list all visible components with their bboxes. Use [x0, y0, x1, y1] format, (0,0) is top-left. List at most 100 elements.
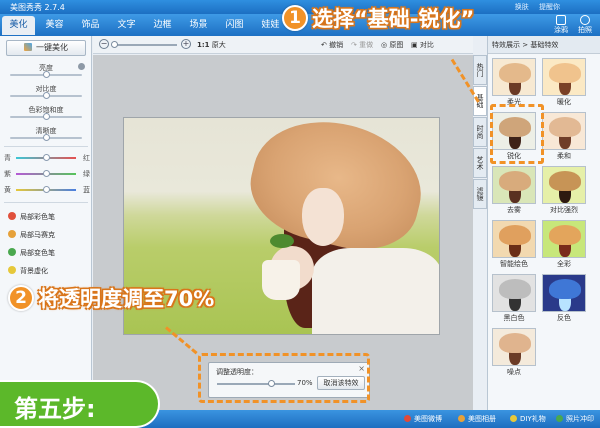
slider-knob[interactable]	[43, 92, 50, 99]
saturation-slider[interactable]	[10, 113, 82, 120]
effect-item[interactable]: 对比强烈	[542, 166, 586, 216]
pen-icon	[556, 15, 566, 25]
tab-beautify[interactable]: 美化	[2, 16, 35, 35]
sharpness-slider[interactable]	[10, 134, 82, 141]
camera-button[interactable]: 拍照	[574, 15, 596, 35]
effect-item[interactable]: 柔光	[492, 58, 536, 108]
tab-border[interactable]: 边框	[146, 16, 179, 35]
slider-knob[interactable]	[43, 170, 50, 177]
step1-callout: 1 选择“基础-锐化”	[282, 3, 474, 37]
effect-thumbnail[interactable]	[492, 220, 536, 258]
effect-item[interactable]: 暖化	[542, 58, 586, 108]
print-icon	[556, 415, 563, 422]
album-link[interactable]: 美图相册	[458, 414, 496, 424]
brightness-slider[interactable]	[10, 71, 82, 78]
effect-item[interactable]: 反色	[542, 274, 586, 324]
slider-knob[interactable]	[43, 134, 50, 141]
effect-item[interactable]: 智能绘色	[492, 220, 536, 270]
effect-thumbnail[interactable]	[542, 166, 586, 204]
thumb-hat	[549, 225, 581, 245]
app-title: 美图秀秀 2.7.4	[10, 3, 65, 12]
thumb-hat	[499, 63, 531, 83]
effect-item[interactable]: 柔和	[542, 112, 586, 162]
slider-knob[interactable]	[43, 71, 50, 78]
compare-button[interactable]: ▣ 对比	[411, 40, 434, 50]
title-links: 换肤 提醒你	[507, 2, 560, 12]
background-blur[interactable]: 背景虚化	[8, 266, 48, 276]
zoom-out-icon[interactable]: −	[99, 39, 109, 49]
effect-thumbnail[interactable]	[492, 274, 536, 312]
vtab-filter[interactable]: 滤镜	[473, 179, 487, 209]
print-link[interactable]: 照片冲印	[556, 414, 594, 424]
effect-thumbnail[interactable]	[542, 112, 586, 150]
mosaic-icon	[8, 230, 16, 238]
thumb-hat	[499, 171, 531, 191]
effect-name: 噪点	[507, 368, 521, 376]
effect-thumbnail[interactable]	[492, 328, 536, 366]
weibo-link[interactable]: 美图微博	[404, 414, 442, 424]
local-color-pen[interactable]: 局部彩色笔	[8, 212, 55, 222]
one-key-beautify-button[interactable]: 一键美化	[6, 40, 86, 56]
photo-body	[312, 248, 439, 334]
effect-item[interactable]: 去雾	[492, 166, 536, 216]
step2-badge: 2	[8, 285, 34, 311]
vtab-art[interactable]: 艺术	[473, 148, 487, 178]
contrast-slider[interactable]	[10, 92, 82, 99]
slider-knob[interactable]	[43, 113, 50, 120]
slider-knob[interactable]	[43, 154, 50, 161]
effect-thumbnail[interactable]	[492, 166, 536, 204]
step-five-banner: 第五步:	[0, 380, 160, 428]
meitu-app-window: 美图秀秀 2.7.4 换肤 提醒你 美化 美容 饰品 文字 边框 场景 闪图 娃…	[0, 0, 600, 428]
photo-face	[302, 188, 344, 246]
vtab-basic[interactable]: 基础	[473, 86, 487, 116]
tab-flash[interactable]: 闪图	[218, 16, 251, 35]
color-pen-icon	[8, 212, 16, 220]
effect-name: 去雾	[507, 206, 521, 214]
local-mosaic[interactable]: 局部马赛克	[8, 230, 55, 240]
tab-text[interactable]: 文字	[110, 16, 143, 35]
recolor-pen-icon	[8, 248, 16, 256]
redo-button[interactable]: ↷ 重做	[351, 40, 373, 50]
thumb-hat	[499, 279, 531, 299]
effect-category-tabs: 热门 基础 时尚 艺术 滤镜	[473, 55, 487, 215]
effect-thumbnail[interactable]	[542, 58, 586, 96]
divider	[4, 202, 88, 203]
effect-item[interactable]: 噪点	[492, 328, 536, 378]
weibo-icon	[404, 415, 411, 422]
thumb-hat	[499, 225, 531, 245]
zoom-knob[interactable]	[111, 41, 118, 48]
effect-thumbnail[interactable]	[492, 58, 536, 96]
album-icon	[458, 415, 465, 422]
diy-gift-link[interactable]: DIY礼物	[510, 414, 546, 424]
camera-icon	[580, 15, 590, 25]
step1-badge: 1	[282, 5, 308, 31]
effects-breadcrumb: 特效展示 > 基础特效	[488, 36, 600, 54]
zoom-in-icon[interactable]: +	[181, 39, 191, 49]
zoom-slider[interactable]	[111, 41, 177, 48]
effect-name: 对比强烈	[550, 206, 578, 214]
vtab-hot[interactable]: 热门	[473, 55, 487, 85]
undo-button[interactable]: ↶ 撤销	[321, 40, 343, 50]
tab-scene[interactable]: 场景	[182, 16, 215, 35]
gift-icon	[510, 415, 517, 422]
graffiti-button[interactable]: 涂鸦	[550, 15, 572, 35]
effect-item[interactable]: 黑白色	[492, 274, 536, 324]
vtab-fashion[interactable]: 时尚	[473, 117, 487, 147]
original-button[interactable]: ◎ 原图	[381, 40, 403, 50]
thumb-hat	[549, 63, 581, 83]
effect-thumbnail[interactable]	[542, 220, 586, 258]
magic-icon	[24, 43, 32, 51]
skin-link[interactable]: 换肤	[515, 3, 529, 11]
actual-size-button[interactable]: 1:1 原大	[197, 40, 226, 50]
effect-thumbnail[interactable]	[542, 274, 586, 312]
tab-face[interactable]: 美容	[38, 16, 71, 35]
step2-callout: 2 将透明度调至70%	[8, 283, 214, 313]
canvas-toolbar: − + 1:1 原大 ↶ 撤销 ↷ 重做 ◎ 原图 ▣ 对比	[93, 36, 473, 54]
effect-item[interactable]: 全彩	[542, 220, 586, 270]
blur-icon	[8, 266, 16, 274]
local-recolor-pen[interactable]: 局部变色笔	[8, 248, 55, 258]
tab-accessories[interactable]: 饰品	[74, 16, 107, 35]
remind-link[interactable]: 提醒你	[539, 3, 560, 11]
sharpen-highlight	[490, 104, 544, 164]
slider-knob[interactable]	[43, 186, 50, 193]
